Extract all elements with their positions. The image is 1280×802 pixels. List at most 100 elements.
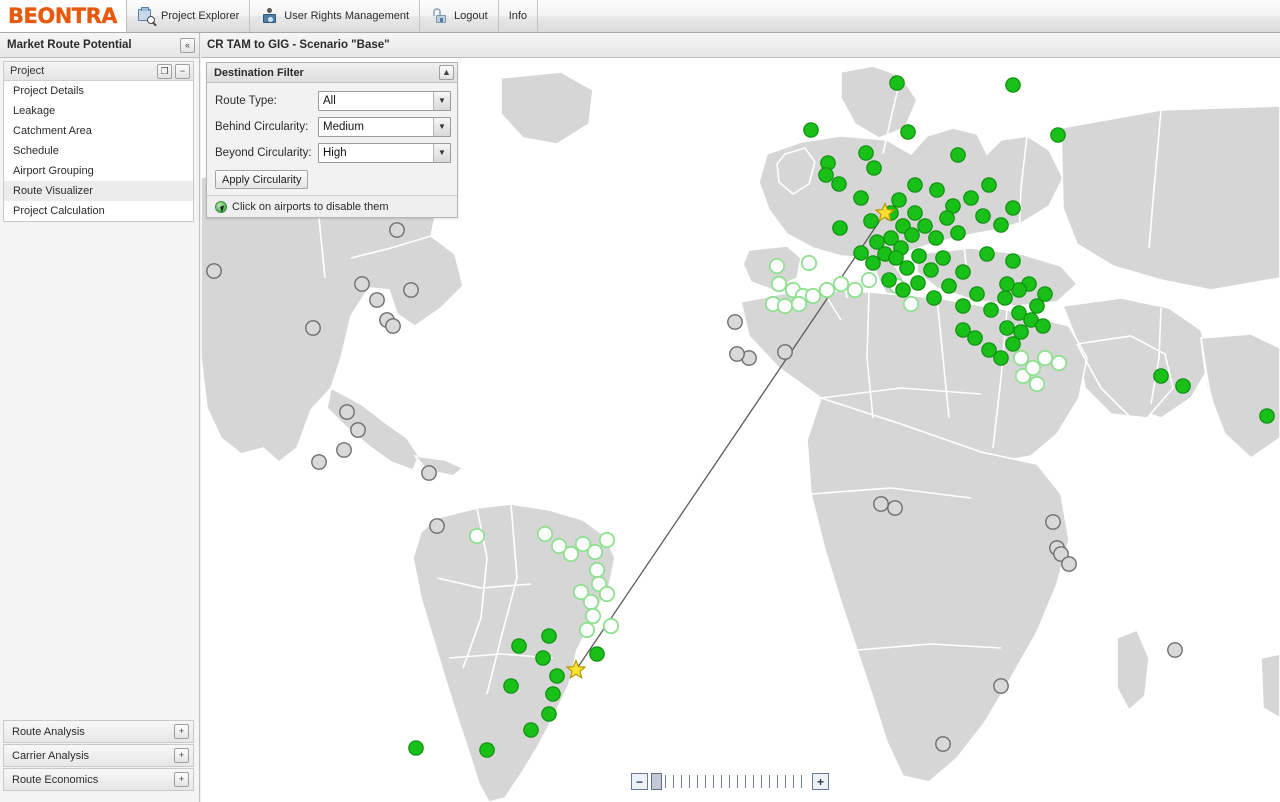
airport-marker-active[interactable] — [541, 706, 557, 722]
airport-marker-unavailable[interactable] — [385, 318, 401, 334]
beyond-circularity-select[interactable]: High ▼ — [318, 142, 451, 163]
airport-marker-active[interactable] — [983, 302, 999, 318]
airport-marker-disabled[interactable] — [776, 297, 794, 315]
zoom-out-button[interactable]: − — [631, 773, 648, 790]
airport-marker-active[interactable] — [853, 245, 869, 261]
sidebar-item-project-details[interactable]: Project Details — [4, 81, 193, 101]
sidebar-item-airport-grouping[interactable]: Airport Grouping — [4, 161, 193, 181]
zoom-slider-tick[interactable] — [801, 775, 802, 788]
airport-marker-active[interactable] — [1005, 253, 1021, 269]
airport-marker-active[interactable] — [479, 742, 495, 758]
expand-icon[interactable]: + — [174, 772, 189, 787]
airport-marker-unavailable[interactable] — [993, 678, 1009, 694]
airport-marker-active[interactable] — [832, 220, 848, 236]
airport-marker-disabled[interactable] — [468, 527, 486, 545]
zoom-slider-tick[interactable] — [753, 775, 754, 788]
airport-marker-unavailable[interactable] — [935, 736, 951, 752]
accordion-route-economics[interactable]: Route Economics + — [3, 768, 194, 791]
airport-marker-unavailable[interactable] — [729, 346, 745, 362]
airport-marker-active[interactable] — [904, 227, 920, 243]
airport-marker-disabled[interactable] — [602, 617, 620, 635]
airport-marker-active[interactable] — [993, 350, 1009, 366]
airport-marker-disabled[interactable] — [598, 531, 616, 549]
airport-marker-active[interactable] — [975, 208, 991, 224]
airport-marker-active[interactable] — [1153, 368, 1169, 384]
airport-marker-active[interactable] — [907, 177, 923, 193]
restore-window-icon[interactable]: ❐ — [157, 63, 172, 79]
airport-marker-active[interactable] — [1005, 77, 1021, 93]
airport-marker-active[interactable] — [1005, 336, 1021, 352]
airport-marker-unavailable[interactable] — [339, 404, 355, 420]
airport-marker-disabled[interactable] — [832, 275, 850, 293]
airport-marker-active[interactable] — [963, 190, 979, 206]
accordion-carrier-analysis[interactable]: Carrier Analysis + — [3, 744, 194, 767]
airport-marker-active[interactable] — [979, 246, 995, 262]
airport-marker-active[interactable] — [929, 182, 945, 198]
zoom-slider-tick[interactable] — [673, 775, 674, 788]
zoom-slider-tick[interactable] — [777, 775, 778, 788]
zoom-slider-tick[interactable] — [681, 775, 682, 788]
airport-marker-active[interactable] — [981, 177, 997, 193]
airport-marker-disabled[interactable] — [586, 543, 604, 561]
airport-marker-active[interactable] — [950, 147, 966, 163]
airport-marker-active[interactable] — [889, 75, 905, 91]
airport-marker-disabled[interactable] — [790, 295, 808, 313]
zoom-slider-tick[interactable] — [745, 775, 746, 788]
airport-marker-active[interactable] — [955, 264, 971, 280]
chevron-down-icon[interactable]: ▼ — [433, 143, 450, 162]
airport-marker-active[interactable] — [541, 628, 557, 644]
chevron-down-icon[interactable]: ▼ — [433, 117, 450, 136]
airport-marker-disabled[interactable] — [800, 254, 818, 272]
airport-marker-unavailable[interactable] — [887, 500, 903, 516]
airport-marker-disabled[interactable] — [860, 271, 878, 289]
airport-marker-active[interactable] — [895, 282, 911, 298]
airport-marker-unavailable[interactable] — [1061, 556, 1077, 572]
toolbar-item-logout[interactable]: Logout — [420, 0, 499, 32]
zoom-slider-tick[interactable] — [665, 775, 666, 788]
airport-marker-active[interactable] — [911, 248, 927, 264]
airport-marker-active[interactable] — [923, 262, 939, 278]
zoom-slider-tick[interactable] — [785, 775, 786, 788]
behind-circularity-select[interactable]: Medium ▼ — [318, 116, 451, 137]
zoom-slider-tick[interactable] — [697, 775, 698, 788]
airport-marker-disabled[interactable] — [1028, 375, 1046, 393]
airport-marker-disabled[interactable] — [846, 281, 864, 299]
sidebar-item-leakage[interactable]: Leakage — [4, 101, 193, 121]
airport-marker-unavailable[interactable] — [369, 292, 385, 308]
sidebar-item-route-visualizer[interactable]: Route Visualizer — [4, 181, 193, 201]
airport-marker-active[interactable] — [549, 668, 565, 684]
airport-marker-active[interactable] — [1037, 286, 1053, 302]
apply-circularity-button[interactable]: Apply Circularity — [215, 170, 309, 189]
airport-marker-disabled[interactable] — [572, 583, 590, 601]
airport-marker-active[interactable] — [910, 275, 926, 291]
chevron-down-icon[interactable]: ▼ — [433, 91, 450, 110]
airport-marker-active[interactable] — [803, 122, 819, 138]
airport-marker-active[interactable] — [853, 190, 869, 206]
sidebar-item-project-calculation[interactable]: Project Calculation — [4, 201, 193, 221]
airport-marker-disabled[interactable] — [902, 295, 920, 313]
zoom-slider-handle[interactable] — [651, 773, 662, 790]
airport-marker-active[interactable] — [1175, 378, 1191, 394]
airport-marker-active[interactable] — [939, 210, 955, 226]
airport-marker-active[interactable] — [997, 290, 1013, 306]
airport-marker-active[interactable] — [941, 278, 957, 294]
airport-marker-active[interactable] — [1050, 127, 1066, 143]
sidebar-item-catchment-area[interactable]: Catchment Area — [4, 121, 193, 141]
zoom-slider-tick[interactable] — [729, 775, 730, 788]
airport-marker-disabled[interactable] — [770, 275, 788, 293]
zoom-slider-tick[interactable] — [793, 775, 794, 788]
airport-marker-active[interactable] — [545, 686, 561, 702]
sidebar-item-schedule[interactable]: Schedule — [4, 141, 193, 161]
zoom-slider-track[interactable] — [651, 773, 809, 790]
airport-marker-disabled[interactable] — [598, 585, 616, 603]
airport-marker-active[interactable] — [408, 740, 424, 756]
airport-marker-active[interactable] — [865, 255, 881, 271]
airport-marker-active[interactable] — [926, 290, 942, 306]
airport-marker-unavailable[interactable] — [350, 422, 366, 438]
airport-marker-active[interactable] — [969, 286, 985, 302]
airport-marker-unavailable[interactable] — [403, 282, 419, 298]
airport-marker-active[interactable] — [881, 272, 897, 288]
airport-marker-disabled[interactable] — [588, 561, 606, 579]
accordion-route-analysis[interactable]: Route Analysis + — [3, 720, 194, 743]
airport-marker-unavailable[interactable] — [389, 222, 405, 238]
